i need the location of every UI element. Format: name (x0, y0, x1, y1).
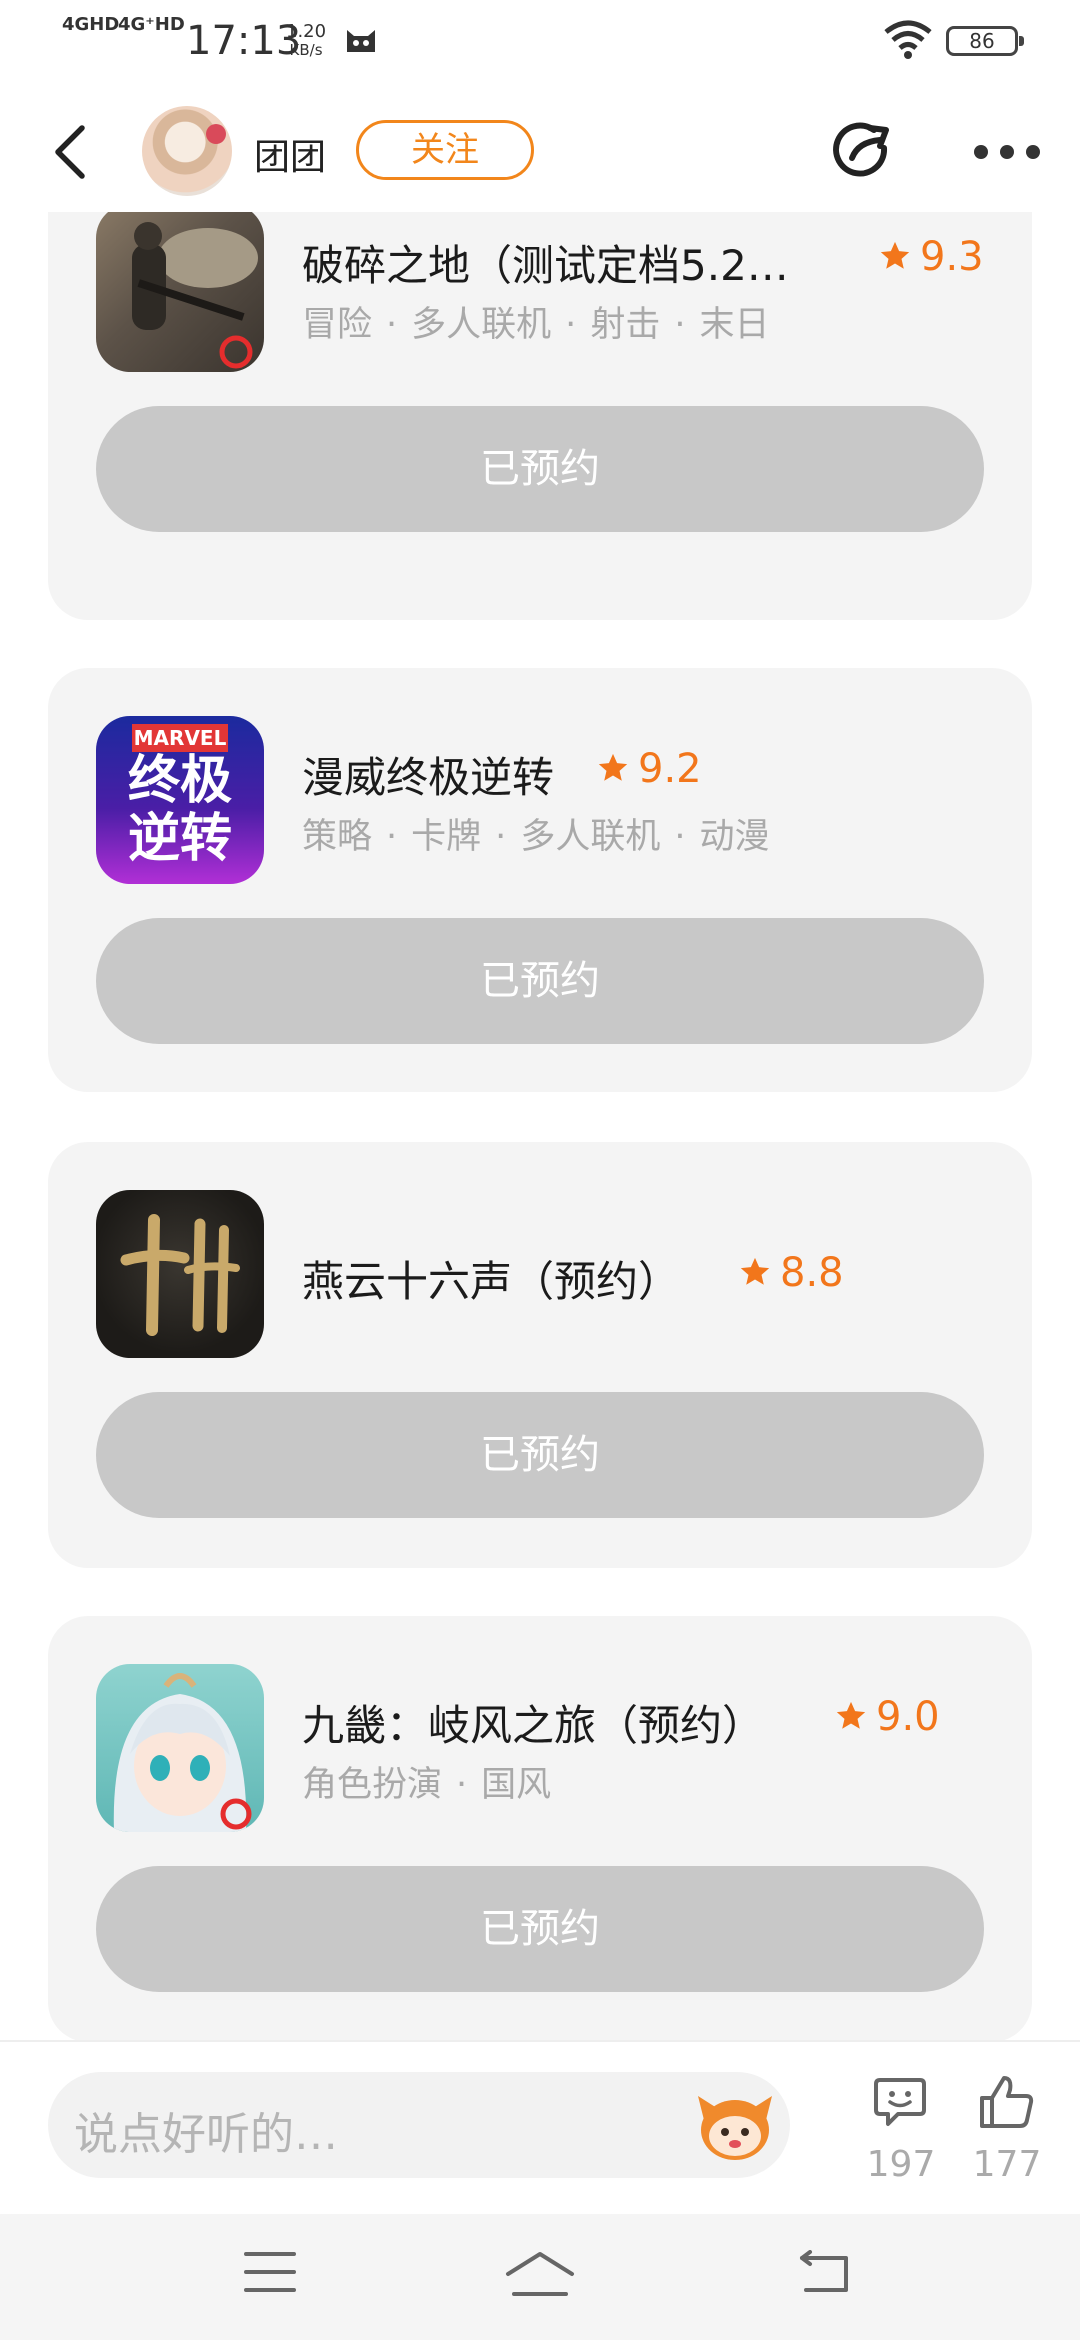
username[interactable]: 团团 (254, 128, 326, 180)
tag: 卡牌 (411, 817, 482, 857)
star-icon (598, 753, 628, 781)
comment-placeholder: 说点好听的… (74, 2109, 338, 2160)
system-nav-bar (0, 2214, 1080, 2340)
network-speed: 1.20 KB/s (286, 22, 326, 60)
back-arrow-icon[interactable] (48, 122, 98, 182)
share-icon[interactable] (830, 118, 900, 184)
avatar-bow (206, 124, 226, 144)
tag: 冒险 (302, 305, 373, 345)
cell-signal-1: 4GHD (62, 14, 120, 35)
follow-button[interactable]: 关注 (356, 120, 534, 180)
game-icon-where-winds-meet[interactable] (96, 1190, 264, 1358)
reserved-button[interactable]: 已预约 (96, 1392, 984, 1518)
network-speed-unit: KB/s (289, 41, 323, 59)
reserved-button[interactable]: 已预约 (96, 406, 984, 532)
cell-signal-2: 4G⁺HD (118, 14, 185, 35)
game-tags: 冒险 · 多人联机 · 射击 · 末日 (302, 305, 770, 345)
game-icon-marvel-snap[interactable]: MARVEL 终极 逆转 (96, 716, 264, 884)
icon-text-line1: 终极 (127, 751, 232, 811)
game-card: 燕云十六声（预约） 8.8 已预约 (48, 1142, 1032, 1568)
game-tags: 策略 · 卡牌 · 多人联机 · 动漫 (302, 817, 770, 857)
home-icon[interactable] (504, 2250, 576, 2298)
game-rating: 8.8 (738, 1250, 844, 1296)
reserved-games-list: 破碎之地（测试定档5.2… 9.3 冒险 · 多人联机 · 射击 · 末日 已预约 MARV… (0, 212, 1080, 2040)
game-tags: 角色扮演 · 国风 (302, 1765, 552, 1805)
star-icon (880, 241, 910, 269)
comment-bar: 说点好听的… 197 177 (0, 2040, 1080, 2212)
rating-value: 8.8 (780, 1250, 844, 1296)
like-icon[interactable] (978, 2074, 1036, 2130)
tag: 多人联机 (411, 305, 552, 345)
tag: 动漫 (699, 817, 770, 857)
avatar[interactable] (142, 106, 232, 196)
reserved-button[interactable]: 已预约 (96, 1866, 984, 1992)
game-title[interactable]: 漫威终极逆转 (302, 744, 554, 805)
icon-text-line2: 逆转 (127, 809, 232, 869)
game-icon-broken-land[interactable] (96, 212, 264, 372)
game-card: 破碎之地（测试定档5.2… 9.3 冒险 · 多人联机 · 射击 · 末日 已预约 (48, 212, 1032, 620)
icon-text-marvel: MARVEL (132, 724, 228, 752)
tag: 末日 (699, 305, 770, 345)
wifi-icon (884, 20, 932, 59)
clock: 17:13 (186, 18, 302, 64)
profile-header: 团团 关注 (0, 92, 1080, 212)
more-options-icon[interactable] (970, 142, 1046, 162)
game-icon-jiuji[interactable] (96, 1664, 264, 1832)
mascot-emoji-icon[interactable] (696, 2090, 774, 2162)
battery-icon: 86 (946, 26, 1024, 56)
rating-value: 9.0 (876, 1694, 940, 1740)
game-rating: 9.0 (834, 1694, 940, 1740)
cat-notification-icon (347, 30, 375, 52)
tag: 国风 (481, 1765, 552, 1805)
status-bar: 4GHD 4G⁺HD 17:13 1.20 KB/s 86 (0, 0, 1080, 80)
game-rating: 9.2 (596, 746, 702, 792)
game-title[interactable]: 破碎之地（测试定档5.2… (302, 232, 789, 293)
back-nav-icon[interactable] (796, 2250, 852, 2294)
comment-count: 197 (866, 2144, 936, 2185)
game-card: MARVEL 终极 逆转 漫威终极逆转 9.2 策略 · 卡牌 · 多人联机 · 动漫 已预… (48, 668, 1032, 1092)
star-icon (740, 1257, 770, 1285)
game-rating: 9.3 (878, 234, 984, 280)
tag: 多人联机 (520, 817, 661, 857)
game-title[interactable]: 九畿：岐风之旅（预约） (302, 1692, 764, 1753)
comment-icon[interactable] (872, 2074, 928, 2130)
tag: 射击 (590, 305, 661, 345)
tag: 策略 (302, 817, 373, 857)
tag: 角色扮演 (302, 1765, 443, 1805)
star-icon (836, 1701, 866, 1729)
game-title[interactable]: 燕云十六声（预约） (302, 1248, 680, 1309)
network-speed-value: 1.20 (286, 21, 327, 42)
rating-value: 9.3 (920, 234, 984, 280)
comment-input[interactable]: 说点好听的… (48, 2072, 790, 2178)
menu-icon[interactable] (244, 2250, 296, 2294)
like-count: 177 (972, 2144, 1042, 2185)
reserved-button[interactable]: 已预约 (96, 918, 984, 1044)
rating-value: 9.2 (638, 746, 702, 792)
game-card: 九畿：岐风之旅（预约） 9.0 角色扮演 · 国风 已预约 (48, 1616, 1032, 2040)
